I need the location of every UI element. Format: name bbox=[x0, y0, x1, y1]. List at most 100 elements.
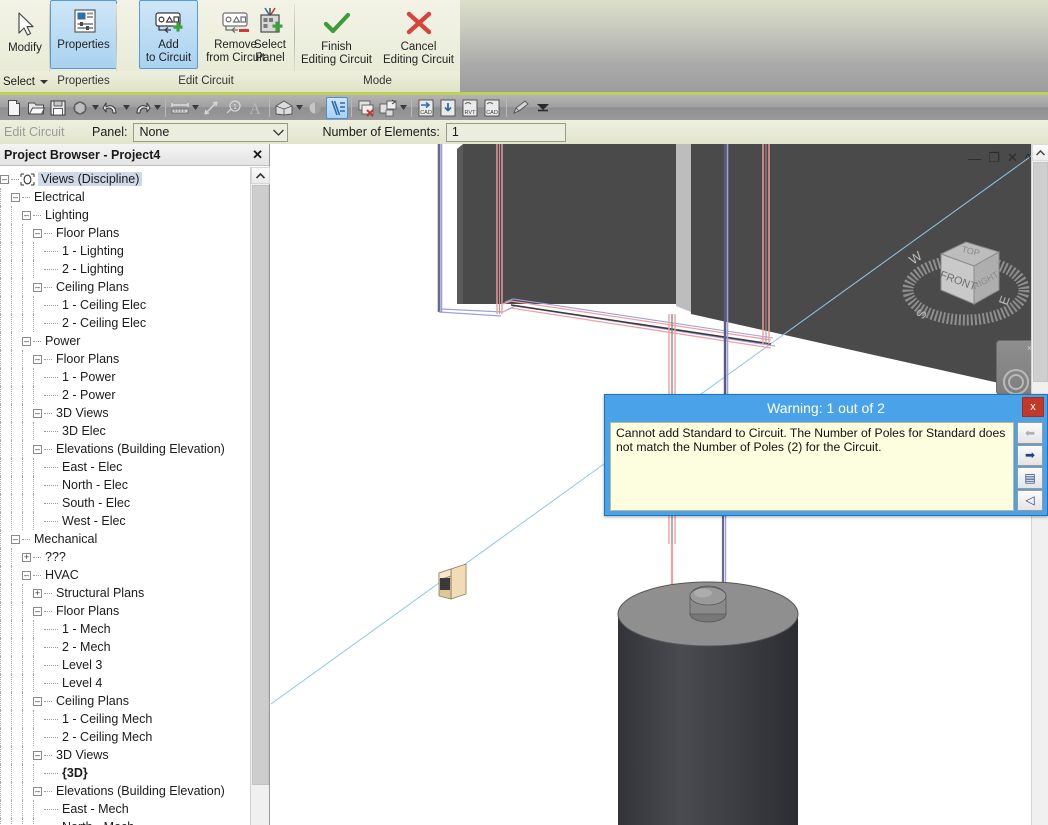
tree-item[interactable]: Level 4 bbox=[0, 674, 250, 692]
close-icon[interactable]: ✕ bbox=[252, 147, 263, 163]
thin-lines-icon[interactable] bbox=[326, 97, 348, 119]
tree-item[interactable]: –Elevations (Building Elevation) bbox=[0, 440, 250, 458]
measure-icon[interactable] bbox=[169, 97, 191, 119]
finish-editing-circuit-button[interactable]: Finish Editing Circuit bbox=[296, 0, 378, 68]
tree-item[interactable]: –Lighting bbox=[0, 206, 250, 224]
close-icon[interactable]: x bbox=[1022, 397, 1044, 417]
previous-warning-button[interactable]: ⬅ bbox=[1017, 422, 1043, 444]
edit-icon[interactable] bbox=[510, 97, 532, 119]
default-3d-view-icon[interactable] bbox=[273, 97, 295, 119]
tree-item[interactable]: East - Elec bbox=[0, 458, 250, 476]
collapse-toggle[interactable]: – bbox=[33, 697, 42, 706]
restore-view-button[interactable]: ❐ bbox=[988, 150, 1000, 166]
tree-item[interactable]: –HVAC bbox=[0, 566, 250, 584]
tree-item[interactable]: –Elevations (Building Elevation) bbox=[0, 782, 250, 800]
collapse-toggle[interactable]: – bbox=[33, 607, 42, 616]
select-panel-label-row[interactable]: Select bbox=[0, 71, 50, 92]
scrollbar-thumb[interactable] bbox=[1033, 162, 1048, 382]
save-icon[interactable] bbox=[47, 97, 69, 119]
project-browser-scrollbar[interactable] bbox=[250, 167, 269, 825]
export-cad-icon[interactable]: CAD bbox=[415, 97, 437, 119]
tree-item[interactable]: North - Mech bbox=[0, 818, 250, 825]
import-icon[interactable] bbox=[437, 97, 459, 119]
collapse-toggle[interactable]: – bbox=[33, 445, 42, 454]
chevron-down-icon[interactable] bbox=[153, 97, 162, 119]
close-hidden-windows-icon[interactable] bbox=[355, 97, 377, 119]
chevron-down-icon[interactable] bbox=[273, 125, 284, 139]
scroll-up-button[interactable] bbox=[1032, 144, 1048, 161]
scroll-up-chevron-icon[interactable]: ^ bbox=[1025, 151, 1031, 166]
add-to-circuit-button[interactable]: Add to Circuit bbox=[139, 0, 198, 69]
tree-item[interactable]: East - Mech bbox=[0, 800, 250, 818]
tree-item[interactable]: 1 - Power bbox=[0, 368, 250, 386]
tree-item[interactable]: –Electrical bbox=[0, 188, 250, 206]
tree-item[interactable]: 2 - Mech bbox=[0, 638, 250, 656]
tree-item[interactable]: South - Elec bbox=[0, 494, 250, 512]
steering-wheel-widget[interactable]: × bbox=[996, 340, 1036, 395]
overflow-chevron-icon[interactable] bbox=[532, 97, 554, 119]
tree-item[interactable]: 1 - Mech bbox=[0, 620, 250, 638]
tree-item[interactable]: –3D Views bbox=[0, 404, 250, 422]
expand-toggle[interactable]: + bbox=[22, 553, 31, 562]
show-warning-button[interactable]: ◁ bbox=[1017, 490, 1043, 512]
collapse-toggle[interactable]: – bbox=[33, 229, 42, 238]
tree-item[interactable]: –Views (Discipline) bbox=[0, 170, 250, 188]
text-icon[interactable]: A bbox=[244, 97, 266, 119]
scroll-up-button[interactable] bbox=[251, 167, 270, 184]
warning-dialog[interactable]: Warning: 1 out of 2 x Cannot add Standar… bbox=[604, 394, 1048, 516]
collapse-toggle[interactable]: – bbox=[22, 571, 31, 580]
chevron-down-icon[interactable] bbox=[191, 97, 200, 119]
collapse-toggle[interactable]: – bbox=[33, 355, 42, 364]
new-file-icon[interactable] bbox=[3, 97, 25, 119]
tree-item[interactable]: –Power bbox=[0, 332, 250, 350]
tree-item[interactable]: 3D Elec bbox=[0, 422, 250, 440]
chevron-down-icon[interactable] bbox=[40, 80, 48, 84]
undo-icon[interactable] bbox=[100, 97, 122, 119]
open-folder-icon[interactable] bbox=[25, 97, 47, 119]
close-view-button[interactable]: ✕ bbox=[1007, 150, 1018, 166]
tree-item[interactable]: +??? bbox=[0, 548, 250, 566]
properties-button[interactable]: Properties bbox=[50, 0, 117, 69]
tree-item[interactable]: 2 - Ceiling Elec bbox=[0, 314, 250, 332]
tree-item[interactable]: 1 - Ceiling Mech bbox=[0, 710, 250, 728]
aligned-dimension-icon[interactable] bbox=[200, 97, 222, 119]
tree-item[interactable]: 2 - Ceiling Mech bbox=[0, 728, 250, 746]
tree-item[interactable]: Level 3 bbox=[0, 656, 250, 674]
tree-item[interactable]: 2 - Power bbox=[0, 386, 250, 404]
select-panel-button[interactable]: Select Panel bbox=[245, 0, 295, 66]
chevron-down-icon[interactable] bbox=[295, 97, 304, 119]
collapse-toggle[interactable]: – bbox=[11, 193, 20, 202]
link-cad-icon[interactable]: CAD bbox=[481, 97, 503, 119]
tree-item[interactable]: {3D} bbox=[0, 764, 250, 782]
load-rvt-icon[interactable]: RVT bbox=[459, 97, 481, 119]
modify-button[interactable]: Modify bbox=[1, 4, 49, 56]
collapse-toggle[interactable]: – bbox=[33, 787, 42, 796]
collapse-toggle[interactable]: – bbox=[33, 751, 42, 760]
collapse-toggle[interactable]: – bbox=[0, 175, 9, 184]
collapse-toggle[interactable]: – bbox=[22, 211, 31, 220]
minimize-view-button[interactable]: — bbox=[968, 151, 981, 166]
tree-item[interactable]: West - Elec bbox=[0, 512, 250, 530]
tag-icon[interactable]: 1 bbox=[222, 97, 244, 119]
chevron-down-icon[interactable] bbox=[122, 97, 131, 119]
tree-item[interactable]: 2 - Lighting bbox=[0, 260, 250, 278]
tree-item[interactable]: –Floor Plans bbox=[0, 224, 250, 242]
redo-icon[interactable] bbox=[131, 97, 153, 119]
tree-item[interactable]: –Mechanical bbox=[0, 530, 250, 548]
switch-windows-icon[interactable] bbox=[377, 97, 399, 119]
expand-warning-button[interactable]: ▤ bbox=[1017, 467, 1043, 489]
tree-item[interactable]: +Structural Plans bbox=[0, 584, 250, 602]
tree-item[interactable]: –Ceiling Plans bbox=[0, 278, 250, 296]
tree-item[interactable]: –3D Views bbox=[0, 746, 250, 764]
tree-item[interactable]: –Floor Plans bbox=[0, 602, 250, 620]
chevron-down-icon[interactable] bbox=[399, 97, 408, 119]
chevron-down-icon[interactable] bbox=[91, 97, 100, 119]
number-of-elements-input[interactable]: 1 bbox=[446, 123, 566, 142]
collapse-toggle[interactable]: – bbox=[22, 337, 31, 346]
view-cube[interactable]: TOP FRONT RIGHT W S E bbox=[901, 212, 1031, 342]
tree-item[interactable]: North - Elec bbox=[0, 476, 250, 494]
cancel-editing-circuit-button[interactable]: Cancel Editing Circuit bbox=[378, 0, 460, 68]
next-warning-button[interactable]: ➡ bbox=[1017, 445, 1043, 467]
section-box-icon[interactable] bbox=[304, 97, 326, 119]
project-browser-tree[interactable]: –Views (Discipline)–Electrical–Lighting–… bbox=[0, 167, 250, 825]
